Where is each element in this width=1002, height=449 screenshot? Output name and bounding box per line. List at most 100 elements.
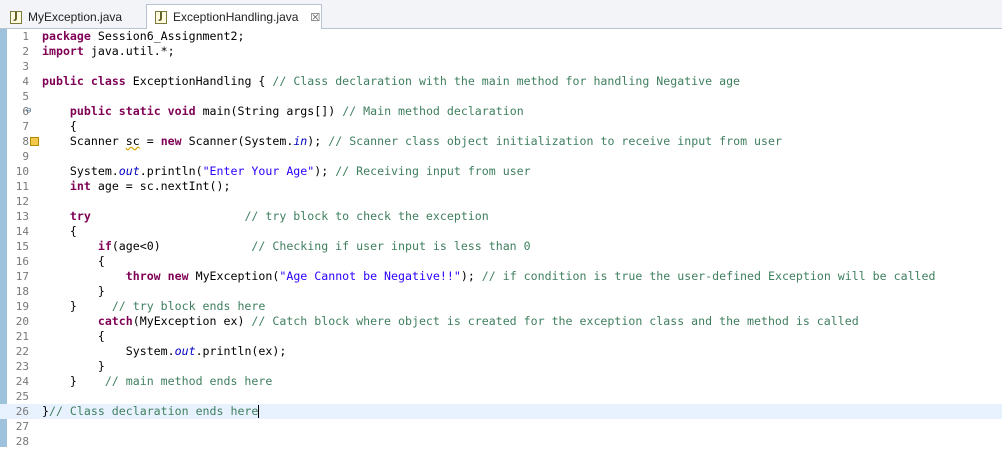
code-line[interactable]: 3 [0, 59, 1002, 74]
editor-tab-bar: J MyException.java J ExceptionHandling.j… [0, 0, 1002, 29]
code-line[interactable]: 5 [0, 89, 1002, 104]
code-token: Scanner(System. [181, 134, 294, 148]
code-token: void [167, 104, 196, 118]
code-token: (age<0) [111, 239, 252, 253]
code-token: class [90, 74, 126, 88]
code-token: ); [460, 269, 482, 283]
code-token: .println(ex); [195, 344, 287, 358]
text-caret [258, 405, 260, 418]
code-line[interactable]: 9 [0, 149, 1002, 164]
code-token: "Enter Your Age" [202, 164, 315, 178]
java-file-icon: J [155, 10, 167, 24]
code-text: public class ExceptionHandling { // Clas… [42, 74, 740, 89]
code-token: // try block to check the exception [244, 209, 489, 223]
code-token: // Checking if user input is less than 0 [251, 239, 531, 253]
code-line[interactable]: 1 package Session6_Assignment2; [0, 29, 1002, 44]
code-line[interactable]: 20 catch(MyException ex) // Catch block … [0, 314, 1002, 329]
code-line[interactable]: 7 { [0, 119, 1002, 134]
line-number: 24 [15, 375, 29, 388]
code-line[interactable]: 6 ⊖ public static void main(String args[]… [0, 104, 1002, 119]
line-number: 25 [15, 390, 29, 403]
code-line[interactable]: 11 int age = sc.nextInt(); [0, 179, 1002, 194]
code-token: int [69, 179, 91, 193]
line-number: 12 [15, 195, 29, 208]
code-line[interactable]: 4 public class ExceptionHandling { // Cla… [0, 74, 1002, 89]
code-token: static [118, 104, 161, 118]
line-number: 18 [15, 285, 29, 298]
code-text: { [42, 224, 77, 239]
line-number: 20 [15, 315, 29, 328]
code-line[interactable]: 16 { [0, 254, 1002, 269]
code-text: System.out.println("Enter Your Age"); //… [42, 164, 531, 179]
code-line[interactable]: 17 throw new MyException("Age Cannot be … [0, 269, 1002, 284]
fold-collapse-icon[interactable]: ⊖ [26, 104, 31, 119]
code-text: try // try block to check the exception [42, 209, 489, 224]
code-token: public [69, 104, 112, 118]
code-line[interactable]: 21 { [0, 329, 1002, 344]
code-line[interactable]: 2 import java.util.*; [0, 44, 1002, 59]
code-line[interactable]: 8 Scanner sc = new Scanner(System.in); /… [0, 134, 1002, 149]
code-line[interactable]: 19 } // try block ends here [0, 299, 1002, 314]
code-token: package [42, 29, 91, 43]
code-token: = [139, 134, 161, 148]
code-token: catch [97, 314, 133, 328]
line-number: 23 [15, 360, 29, 373]
code-editor[interactable]: 1 package Session6_Assignment2; 2 import ja… [0, 29, 1002, 448]
code-token: main(String args[]) [195, 104, 343, 118]
code-line[interactable]: 18 } [0, 284, 1002, 299]
code-token: // Catch block where object is created f… [251, 314, 859, 328]
line-number: 13 [15, 210, 29, 223]
line-number: 7 [22, 120, 29, 133]
code-line[interactable]: 24 } // main method ends here [0, 374, 1002, 389]
code-text: public static void main(String args[]) /… [42, 104, 524, 119]
code-token: in [293, 134, 308, 148]
code-token: { [42, 329, 105, 343]
line-number: 1 [22, 30, 29, 43]
code-line[interactable]: 27 [0, 419, 1002, 434]
tab-exceptionhandling-java[interactable]: J ExceptionHandling.java ☒ [146, 4, 322, 29]
code-line[interactable]: 13 try // try block to check the excepti… [0, 209, 1002, 224]
line-number: 10 [15, 165, 29, 178]
code-token: ExceptionHandling { [125, 74, 273, 88]
code-token: Scanner [42, 134, 126, 148]
code-token: ); [307, 134, 329, 148]
code-line[interactable]: 25 [0, 389, 1002, 404]
code-token: System. [42, 344, 175, 358]
code-line[interactable]: 15 if(age<0) // Checking if user input i… [0, 239, 1002, 254]
code-token: public [42, 74, 84, 88]
line-number: 11 [15, 180, 29, 193]
line-number: 5 [22, 90, 29, 103]
code-token: Session6_Assignment2; [90, 29, 245, 43]
code-token: // Receiving input from user [335, 164, 531, 178]
code-line[interactable]: 14 { [0, 224, 1002, 239]
line-number: 14 [15, 225, 29, 238]
code-token: throw [125, 269, 161, 283]
code-token: MyException( [188, 269, 280, 283]
code-token: age = sc.nextInt(); [90, 179, 231, 193]
code-token: "Age Cannot be Negative!!" [279, 269, 461, 283]
code-text: } // main method ends here [42, 374, 272, 389]
code-token: try [69, 209, 91, 223]
code-line[interactable]: 23 } [0, 359, 1002, 374]
code-token: // Class declaration ends here [48, 404, 259, 418]
code-token: // main method ends here [104, 374, 273, 388]
close-icon[interactable]: ☒ [310, 11, 320, 24]
code-token: } [42, 359, 105, 373]
code-line[interactable]: 10 System.out.println("Enter Your Age");… [0, 164, 1002, 179]
code-token: } [42, 404, 49, 418]
code-line[interactable]: 12 [0, 194, 1002, 209]
warning-icon[interactable] [30, 137, 39, 146]
tab-myexception-java[interactable]: J MyException.java [2, 5, 132, 29]
line-number: 26 [15, 405, 29, 418]
code-token: System. [42, 164, 119, 178]
line-number: 21 [15, 330, 29, 343]
code-text: } [42, 284, 105, 299]
code-line[interactable]: 26}// Class declaration ends here [0, 404, 1002, 419]
code-line[interactable]: 22 System.out.println(ex); [0, 344, 1002, 359]
